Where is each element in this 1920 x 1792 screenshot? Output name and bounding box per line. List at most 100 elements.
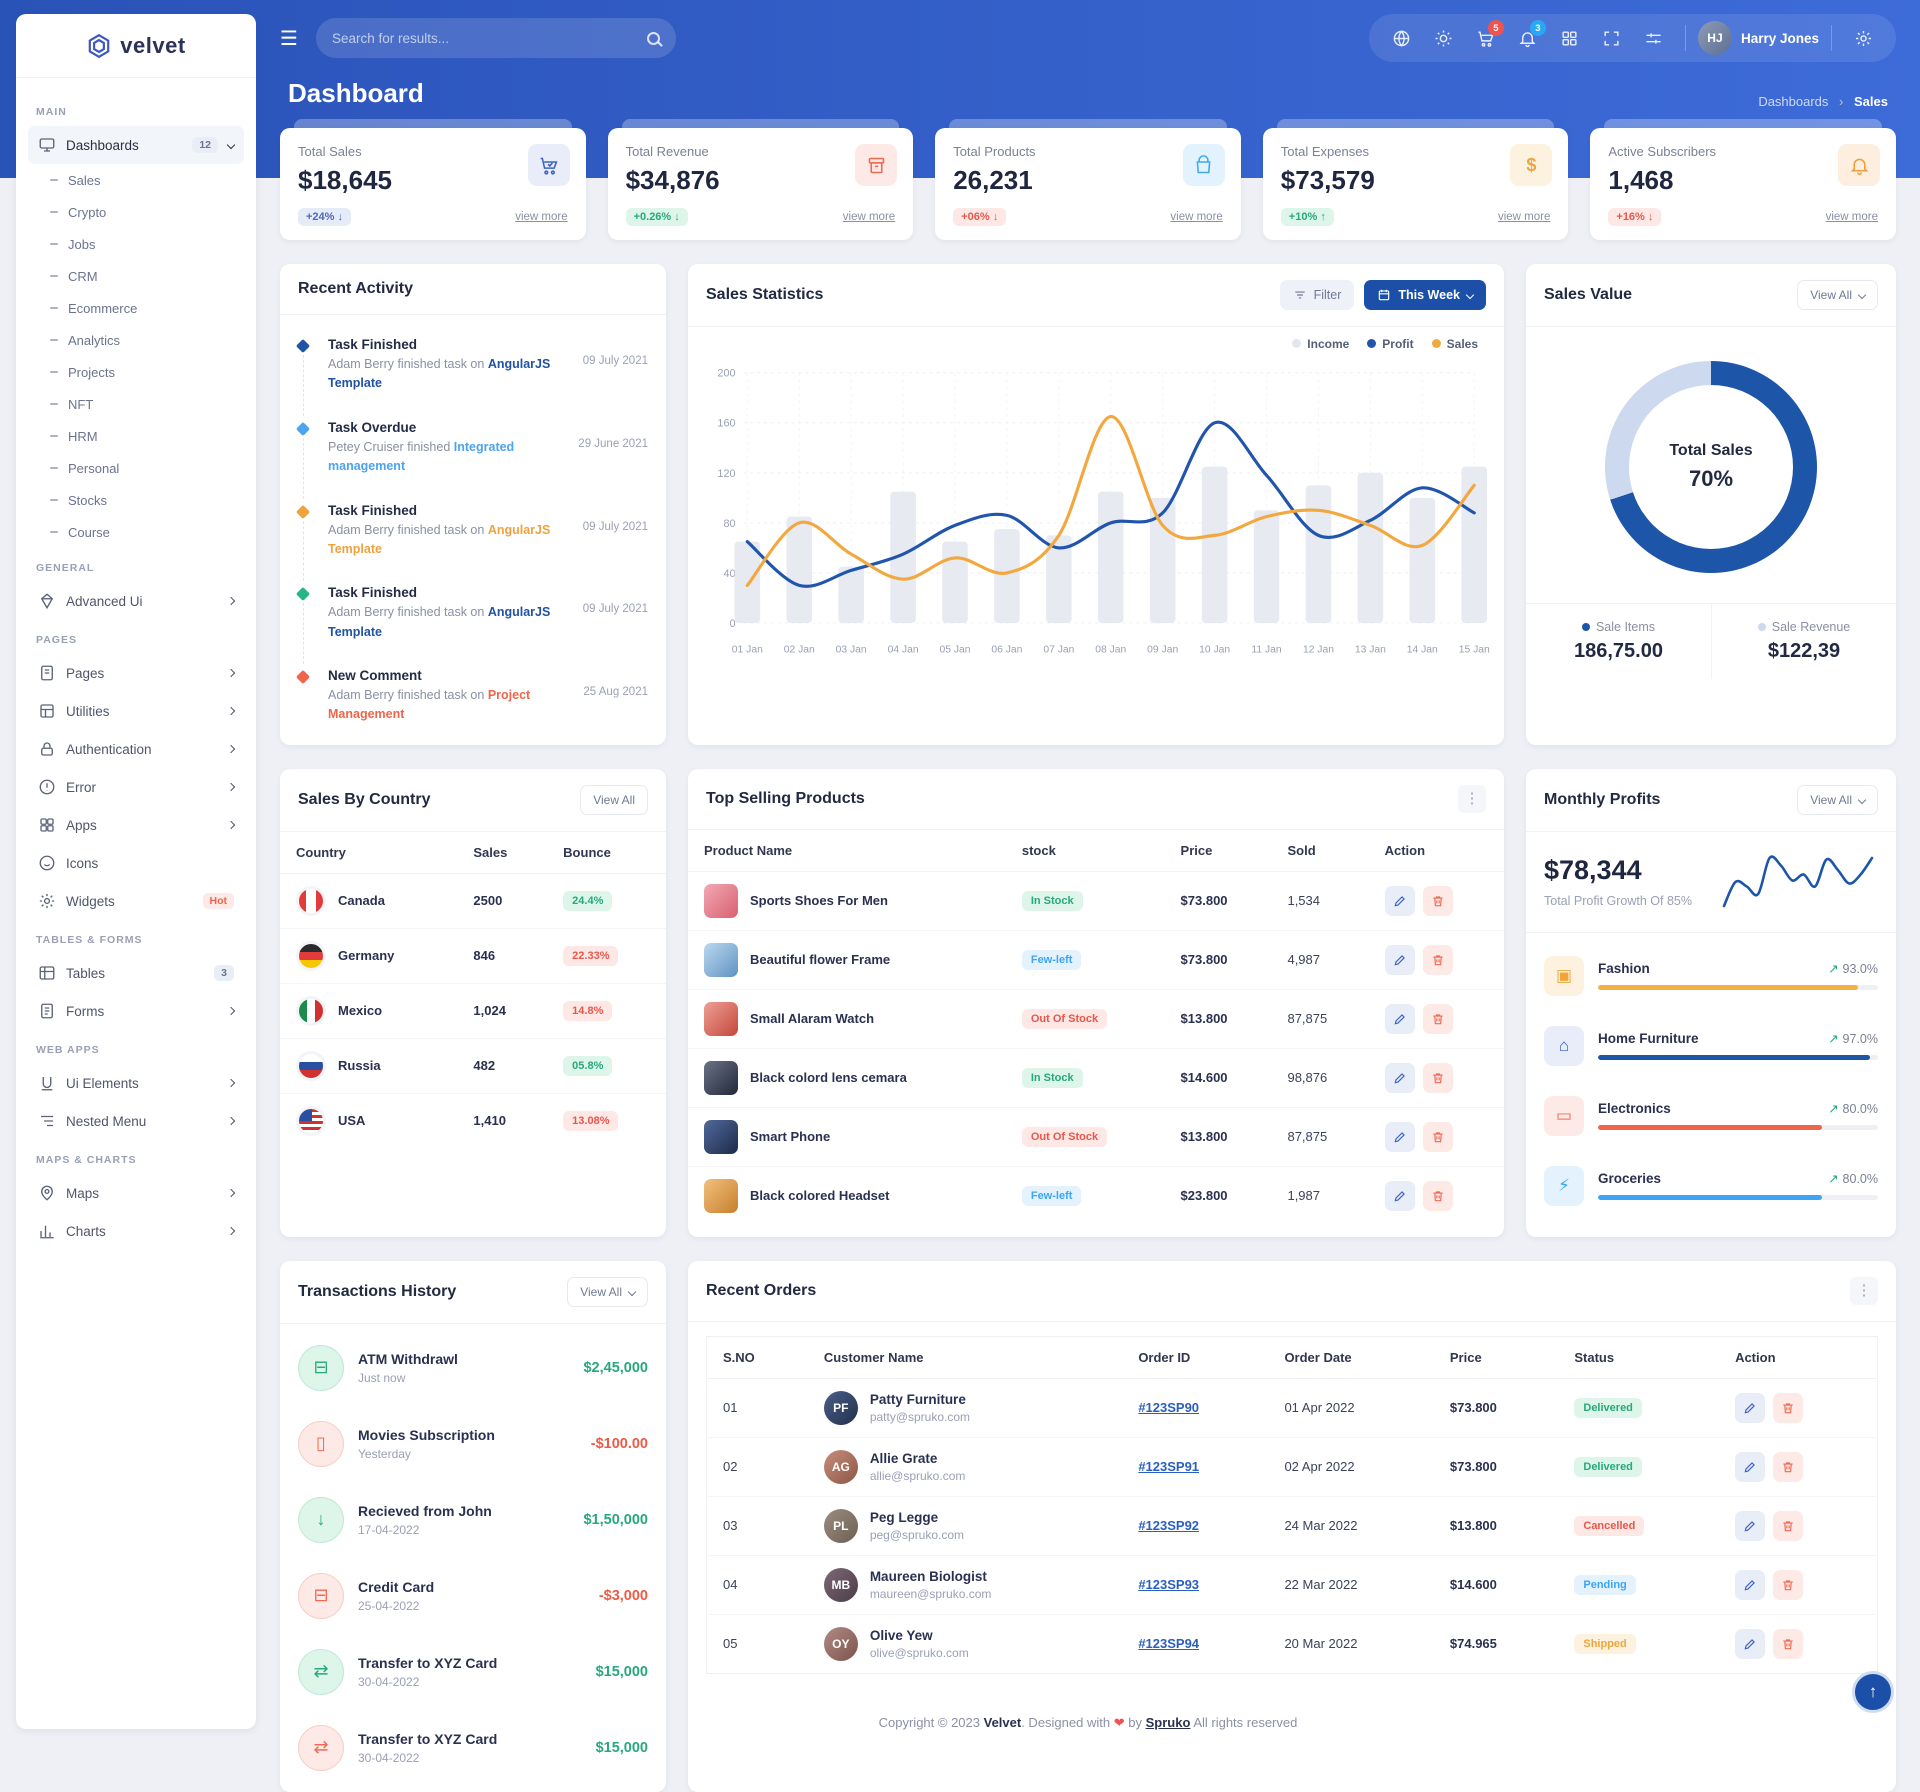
- sidebar-subitem[interactable]: Jobs: [28, 228, 244, 260]
- view-all-button[interactable]: View All: [1797, 785, 1878, 815]
- sidebar-item-forms[interactable]: Forms: [28, 992, 244, 1030]
- delete-button[interactable]: [1773, 1570, 1803, 1600]
- product-sold: 1,534: [1271, 871, 1368, 930]
- sidebar-subitem[interactable]: Ecommerce: [28, 292, 244, 324]
- delete-button[interactable]: [1423, 1004, 1453, 1034]
- order-id-link[interactable]: #123SP90: [1138, 1400, 1199, 1415]
- delete-button[interactable]: [1423, 1122, 1453, 1152]
- sidebar-item-utilities[interactable]: Utilities: [28, 692, 244, 730]
- date-range-button[interactable]: This Week: [1364, 280, 1486, 310]
- brand-logo[interactable]: velvet: [16, 14, 256, 78]
- edit-button[interactable]: [1735, 1629, 1765, 1659]
- edit-button[interactable]: [1735, 1452, 1765, 1482]
- product-sold: 1,987: [1271, 1166, 1368, 1225]
- view-more-link[interactable]: view more: [1170, 211, 1222, 223]
- edit-button[interactable]: [1385, 1063, 1415, 1093]
- sidebar-item-ui-elements[interactable]: Ui Elements: [28, 1064, 244, 1102]
- scroll-to-top-button[interactable]: ↑: [1852, 1671, 1894, 1713]
- chart-legend[interactable]: Income Profit Sales: [688, 327, 1504, 351]
- table-row: 02 AG Allie Grate allie@spruko.com #123S…: [707, 1437, 1878, 1496]
- delete-button[interactable]: [1423, 1063, 1453, 1093]
- spruko-link[interactable]: Spruko: [1146, 1715, 1191, 1730]
- delete-button[interactable]: [1773, 1452, 1803, 1482]
- search-input[interactable]: [332, 31, 647, 46]
- theme-sun-icon[interactable]: [1425, 19, 1463, 57]
- sidebar-subitem[interactable]: Analytics: [28, 324, 244, 356]
- delete-button[interactable]: [1423, 886, 1453, 916]
- legend-item[interactable]: Profit: [1367, 337, 1413, 351]
- view-more-link[interactable]: view more: [1498, 211, 1550, 223]
- sidebar-item-maps[interactable]: Maps: [28, 1174, 244, 1212]
- breadcrumb-parent[interactable]: Dashboards: [1758, 94, 1828, 109]
- search-icon[interactable]: [647, 32, 660, 45]
- sliders-icon[interactable]: [1635, 19, 1673, 57]
- panel-title: Recent Orders: [706, 1282, 816, 1300]
- order-id-link[interactable]: #123SP94: [1138, 1636, 1199, 1651]
- apps-launcher-icon[interactable]: [1551, 19, 1589, 57]
- order-id-link[interactable]: #123SP93: [1138, 1577, 1199, 1592]
- delete-button[interactable]: [1423, 1181, 1453, 1211]
- nested-list-icon: [38, 1112, 56, 1130]
- sidebar-subitem[interactable]: CRM: [28, 260, 244, 292]
- edit-button[interactable]: [1735, 1393, 1765, 1423]
- globe-icon[interactable]: [1383, 19, 1421, 57]
- section-label-web-apps: WEB APPS: [36, 1044, 236, 1056]
- view-more-link[interactable]: view more: [843, 211, 895, 223]
- filter-button[interactable]: Filter: [1280, 280, 1355, 310]
- legend-item[interactable]: Income: [1292, 337, 1349, 351]
- divider: [1831, 25, 1832, 51]
- sidebar-subitem[interactable]: Personal: [28, 452, 244, 484]
- delete-button[interactable]: [1773, 1393, 1803, 1423]
- order-id-link[interactable]: #123SP91: [1138, 1459, 1199, 1474]
- sidebar-item-authentication[interactable]: Authentication: [28, 730, 244, 768]
- sidebar-item-pages[interactable]: Pages: [28, 654, 244, 692]
- view-all-button[interactable]: View All: [1797, 280, 1878, 310]
- settings-gear-icon[interactable]: [1844, 19, 1882, 57]
- view-all-button[interactable]: View All: [580, 785, 648, 815]
- legend-item[interactable]: Sales: [1432, 337, 1478, 351]
- view-all-button[interactable]: View All: [567, 1277, 648, 1307]
- edit-button[interactable]: [1385, 1181, 1415, 1211]
- view-more-link[interactable]: view more: [1826, 211, 1878, 223]
- column-header: Action: [1369, 830, 1504, 872]
- sidebar-item-widgets[interactable]: Widgets Hot: [28, 882, 244, 920]
- fullscreen-icon[interactable]: [1593, 19, 1631, 57]
- sidebar-subitem[interactable]: Course: [28, 516, 244, 548]
- sidebar-subitem[interactable]: Projects: [28, 356, 244, 388]
- more-options-icon[interactable]: ⋮: [1458, 785, 1486, 813]
- sidebar-item-dashboards[interactable]: Dashboards 12: [28, 126, 244, 164]
- column-header: S.NO: [707, 1336, 808, 1378]
- edit-button[interactable]: [1735, 1570, 1765, 1600]
- cart-icon[interactable]: 5: [1467, 19, 1505, 57]
- sidebar-subitem-label: HRM: [68, 429, 98, 444]
- sidebar-item-icons[interactable]: Icons: [28, 844, 244, 882]
- sidebar-item-charts[interactable]: Charts: [28, 1212, 244, 1250]
- sales-value-legend: Sale Items 186,75.00 Sale Revenue $122,3…: [1526, 603, 1896, 679]
- sidebar-item-advanced-ui[interactable]: Advanced Ui: [28, 582, 244, 620]
- sidebar-item-nested-menu[interactable]: Nested Menu: [28, 1102, 244, 1140]
- sidebar-subitem[interactable]: Stocks: [28, 484, 244, 516]
- delete-button[interactable]: [1773, 1511, 1803, 1541]
- delete-button[interactable]: [1423, 945, 1453, 975]
- user-menu[interactable]: HJ Harry Jones: [1698, 21, 1819, 55]
- sidebar-subitem[interactable]: HRM: [28, 420, 244, 452]
- notifications-bell-icon[interactable]: 3: [1509, 19, 1547, 57]
- sidebar-item-tables[interactable]: Tables 3: [28, 954, 244, 992]
- sidebar-item-apps[interactable]: Apps: [28, 806, 244, 844]
- edit-button[interactable]: [1385, 886, 1415, 916]
- sidebar-subitem[interactable]: NFT: [28, 388, 244, 420]
- edit-button[interactable]: [1385, 1004, 1415, 1034]
- sidebar-item-error[interactable]: Error: [28, 768, 244, 806]
- view-more-link[interactable]: view more: [515, 211, 567, 223]
- more-options-icon[interactable]: ⋮: [1850, 1277, 1878, 1305]
- edit-button[interactable]: [1735, 1511, 1765, 1541]
- hamburger-menu-icon[interactable]: ☰: [280, 26, 298, 51]
- order-id-link[interactable]: #123SP92: [1138, 1518, 1199, 1533]
- sidebar-subitem[interactable]: Crypto: [28, 196, 244, 228]
- sidebar-subitem-label: Crypto: [68, 205, 106, 220]
- edit-button[interactable]: [1385, 945, 1415, 975]
- sidebar-subitem[interactable]: Sales: [28, 164, 244, 196]
- table-row: 01 PF Patty Furniture patty@spruko.com #…: [707, 1378, 1878, 1437]
- edit-button[interactable]: [1385, 1122, 1415, 1152]
- delete-button[interactable]: [1773, 1629, 1803, 1659]
